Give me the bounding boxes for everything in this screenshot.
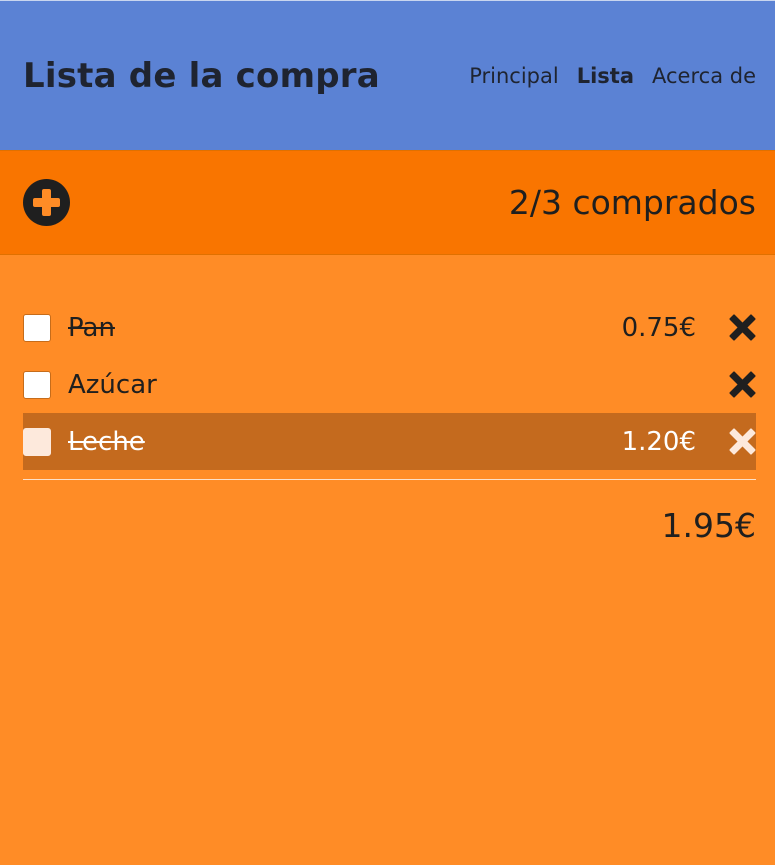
- item-name: Pan: [68, 312, 115, 343]
- item-checkbox[interactable]: [23, 427, 51, 456]
- app-header: Lista de la compra Principal Lista Acerc…: [0, 0, 775, 150]
- list-item: Leche 1.20€: [23, 413, 756, 470]
- nav-link-principal[interactable]: Principal: [469, 64, 559, 88]
- shopping-list: Pan 0.75€ Azúcar Leche 1.20€ 1.95€: [0, 255, 775, 545]
- item-name: Leche: [68, 426, 145, 457]
- bought-count: 2/3 comprados: [508, 183, 756, 222]
- nav-link-lista[interactable]: Lista: [577, 64, 634, 88]
- total-price: 1.95€: [661, 506, 756, 545]
- app-title: Lista de la compra: [23, 55, 380, 96]
- add-item-button[interactable]: [23, 179, 70, 226]
- delete-item-button[interactable]: [729, 314, 756, 341]
- nav-link-acerca-de[interactable]: Acerca de: [652, 64, 756, 88]
- item-checkbox[interactable]: [23, 370, 51, 399]
- item-price: 0.75€: [621, 312, 696, 343]
- total-divider: [23, 479, 756, 480]
- app-root: Lista de la compra Principal Lista Acerc…: [0, 0, 775, 865]
- list-item: Azúcar: [23, 356, 756, 413]
- main-nav: Principal Lista Acerca de: [469, 64, 756, 88]
- list-toolbar: 2/3 comprados: [0, 150, 775, 255]
- item-name: Azúcar: [68, 369, 157, 400]
- item-checkbox[interactable]: [23, 313, 51, 342]
- delete-item-button[interactable]: [729, 371, 756, 398]
- list-item: Pan 0.75€: [23, 299, 756, 356]
- item-price: 1.20€: [621, 426, 696, 457]
- delete-item-button[interactable]: [729, 428, 756, 455]
